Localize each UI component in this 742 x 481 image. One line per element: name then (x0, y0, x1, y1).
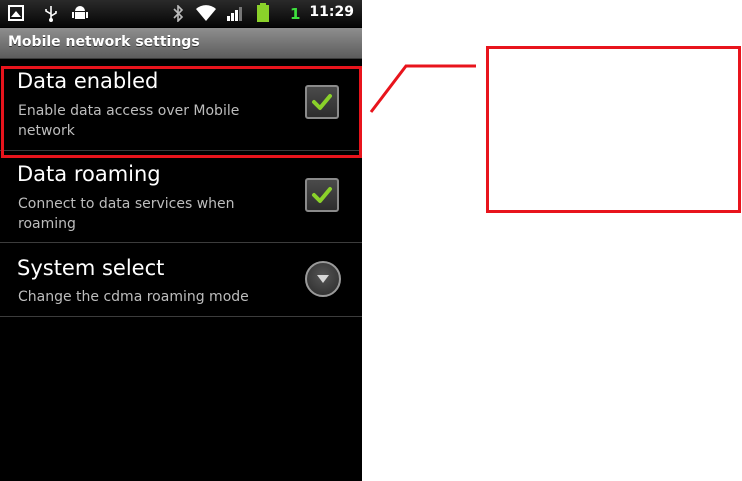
callout-box (486, 46, 741, 213)
